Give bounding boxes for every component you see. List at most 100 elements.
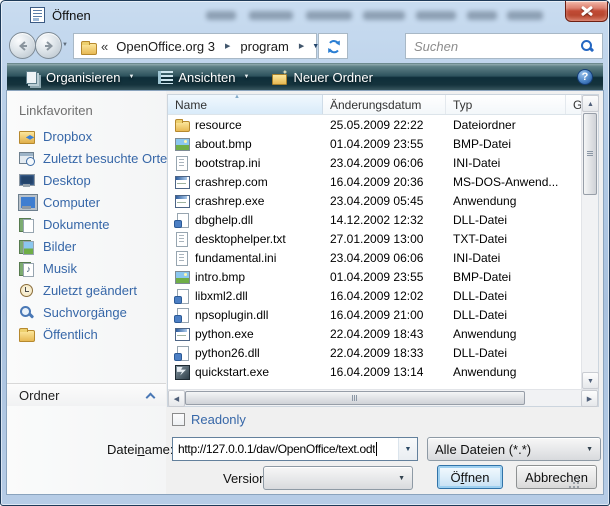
vertical-scroll-thumb[interactable]: [583, 113, 597, 195]
dropbox-icon: [18, 128, 35, 144]
file-row[interactable]: quickstart.exe 16.04.2009 13:14 Anwendun…: [168, 362, 581, 381]
dll-file-icon: [174, 212, 190, 228]
readonly-label: Readonly: [191, 412, 246, 427]
chevron-down-icon: ▼: [586, 446, 593, 453]
sidebar-item-dropbox[interactable]: Dropbox: [7, 125, 166, 147]
column-header-name[interactable]: Name ▲: [168, 95, 323, 114]
file-row[interactable]: crashrep.exe 23.04.2009 05:45 Anwendung: [168, 191, 581, 210]
cancel-button[interactable]: Abbrechen: [516, 465, 597, 489]
sidebar-item-desktop[interactable]: Desktop: [7, 169, 166, 191]
file-list: Name ▲ Änderungsdatum Typ G resource 25.…: [167, 94, 599, 407]
sidebar-item-computer[interactable]: Computer: [7, 191, 166, 213]
chevron-up-icon: [146, 392, 156, 402]
search-input[interactable]: Suchen: [405, 33, 603, 59]
breadcrumb-separator-icon[interactable]: ▶: [217, 42, 238, 50]
horizontal-scroll-thumb[interactable]: [185, 391, 525, 405]
forward-button[interactable]: [35, 32, 62, 59]
recent-pages-dropdown-icon[interactable]: ▼: [62, 42, 68, 48]
views-icon: [156, 70, 172, 85]
file-row[interactable]: intro.bmp 01.04.2009 23:55 BMP-Datei: [168, 267, 581, 286]
filetype-dropdown[interactable]: Alle Dateien (*.*) ▼: [427, 437, 601, 461]
column-header-date[interactable]: Änderungsdatum: [323, 95, 446, 114]
column-header-type[interactable]: Typ: [446, 95, 566, 114]
help-button[interactable]: ?: [577, 69, 593, 85]
breadcrumb-overflow-icon[interactable]: «: [101, 39, 108, 54]
command-toolbar: Organisieren ▼ Ansichten ▼ Neuer Ordner …: [7, 63, 603, 91]
close-button[interactable]: [565, 1, 608, 22]
folders-expander[interactable]: Ordner: [7, 383, 166, 406]
breadcrumb[interactable]: « OpenOffice.org 3 ▶ program ▶ ▼: [73, 33, 317, 59]
horizontal-scrollbar[interactable]: ◀ ▶: [168, 389, 598, 406]
sidebar-item-public[interactable]: Öffentlich: [7, 323, 166, 345]
neuer-ordner-button[interactable]: Neuer Ordner ▼: [262, 66, 381, 88]
open-button[interactable]: Öffnen: [437, 465, 503, 489]
scroll-left-icon[interactable]: ◀: [168, 390, 185, 407]
sidebar-item-music[interactable]: Musik: [7, 257, 166, 279]
breadcrumb-item[interactable]: OpenOffice.org 3: [114, 39, 217, 54]
file-row[interactable]: libxml2.dll 16.04.2009 12:02 DLL-Datei: [168, 286, 581, 305]
file-row[interactable]: about.bmp 01.04.2009 23:55 BMP-Datei: [168, 134, 581, 153]
breadcrumb-item[interactable]: program: [238, 39, 290, 54]
sidebar-item-pictures[interactable]: Bilder: [7, 235, 166, 257]
filetype-value: Alle Dateien (*.*): [435, 442, 531, 457]
file-row[interactable]: npsoplugin.dll 16.04.2009 21:00 DLL-Date…: [168, 305, 581, 324]
file-row[interactable]: fundamental.ini 23.04.2009 06:06 INI-Dat…: [168, 248, 581, 267]
file-row[interactable]: desktophelper.txt 27.01.2009 13:00 TXT-D…: [168, 229, 581, 248]
organisieren-button[interactable]: Organisieren ▼: [15, 66, 143, 88]
file-row[interactable]: dbghelp.dll 14.12.2002 12:32 DLL-Datei: [168, 210, 581, 229]
column-headers: Name ▲ Änderungsdatum Typ G: [168, 95, 581, 115]
desktop-icon: [18, 172, 35, 188]
file-row[interactable]: crashrep.com 16.04.2009 20:36 MS-DOS-Anw…: [168, 172, 581, 191]
folder-icon: [80, 39, 97, 54]
column-header-size[interactable]: G: [566, 95, 581, 114]
readonly-checkbox[interactable]: [172, 413, 185, 426]
chevron-down-icon: ▼: [398, 475, 405, 482]
scroll-up-icon[interactable]: ▲: [582, 95, 599, 112]
organize-icon: [24, 70, 40, 85]
breadcrumb-separator-icon[interactable]: ▶: [291, 42, 312, 50]
searches-icon: [18, 304, 35, 320]
filename-input[interactable]: http://127.0.0.1/dav/OpenOffice/text.odt…: [172, 437, 418, 461]
file-row[interactable]: python26.dll 22.04.2009 18:33 DLL-Datei: [168, 343, 581, 362]
filename-dropdown-icon[interactable]: ▼: [398, 438, 417, 460]
version-dropdown[interactable]: ▼: [263, 466, 413, 490]
vertical-scrollbar[interactable]: ▲ ▼: [581, 95, 598, 389]
computer-icon: [18, 194, 35, 210]
sidebar-item-documents[interactable]: Dokumente: [7, 213, 166, 235]
thumb-grip: [587, 151, 593, 156]
thumb-grip: [352, 395, 357, 401]
search-icon[interactable]: [580, 39, 594, 53]
sidebar-item-recent-changes[interactable]: Zuletzt geändert: [7, 279, 166, 301]
folders-label: Ordner: [19, 388, 147, 403]
scroll-right-icon[interactable]: ▶: [581, 390, 598, 407]
sidebar-item-recent-places[interactable]: Zuletzt besuchte Orte: [7, 147, 166, 169]
resize-grip[interactable]: [567, 476, 579, 488]
document-icon: [30, 7, 45, 23]
page-file-icon: [174, 155, 190, 171]
sidebar-item-searches[interactable]: Suchvorgänge: [7, 301, 166, 323]
refresh-button[interactable]: [318, 33, 348, 59]
music-icon: [18, 260, 35, 276]
public-icon: [18, 326, 35, 342]
sidebar-header: Linkfavoriten: [19, 103, 93, 118]
chevron-down-icon: ▼: [243, 74, 249, 80]
folder-file-icon: [174, 117, 190, 133]
app-file-icon: [174, 326, 190, 342]
page-file-icon: [174, 250, 190, 266]
file-row[interactable]: bootstrap.ini 23.04.2009 06:06 INI-Datei: [168, 153, 581, 172]
file-row[interactable]: python.exe 22.04.2009 18:43 Anwendung: [168, 324, 581, 343]
file-row[interactable]: resource 25.05.2009 22:22 Dateiordner: [168, 115, 581, 134]
title-bar[interactable]: Öffnen: [1, 1, 609, 29]
chevron-down-icon: ▼: [128, 74, 134, 80]
forward-arrow-icon: [42, 39, 55, 52]
ansichten-button[interactable]: Ansichten ▼: [147, 66, 258, 88]
image-file-icon: [174, 136, 190, 152]
pictures-icon: [18, 238, 35, 254]
dll-file-icon: [174, 307, 190, 323]
navigation-bar: ▼ « OpenOffice.org 3 ▶ program ▶ ▼ Suche…: [1, 29, 609, 63]
version-label: Version: [223, 471, 266, 486]
scroll-down-icon[interactable]: ▼: [582, 372, 599, 389]
readonly-option[interactable]: Readonly: [172, 412, 246, 427]
text-cursor: [376, 442, 377, 456]
back-button[interactable]: [9, 32, 36, 59]
